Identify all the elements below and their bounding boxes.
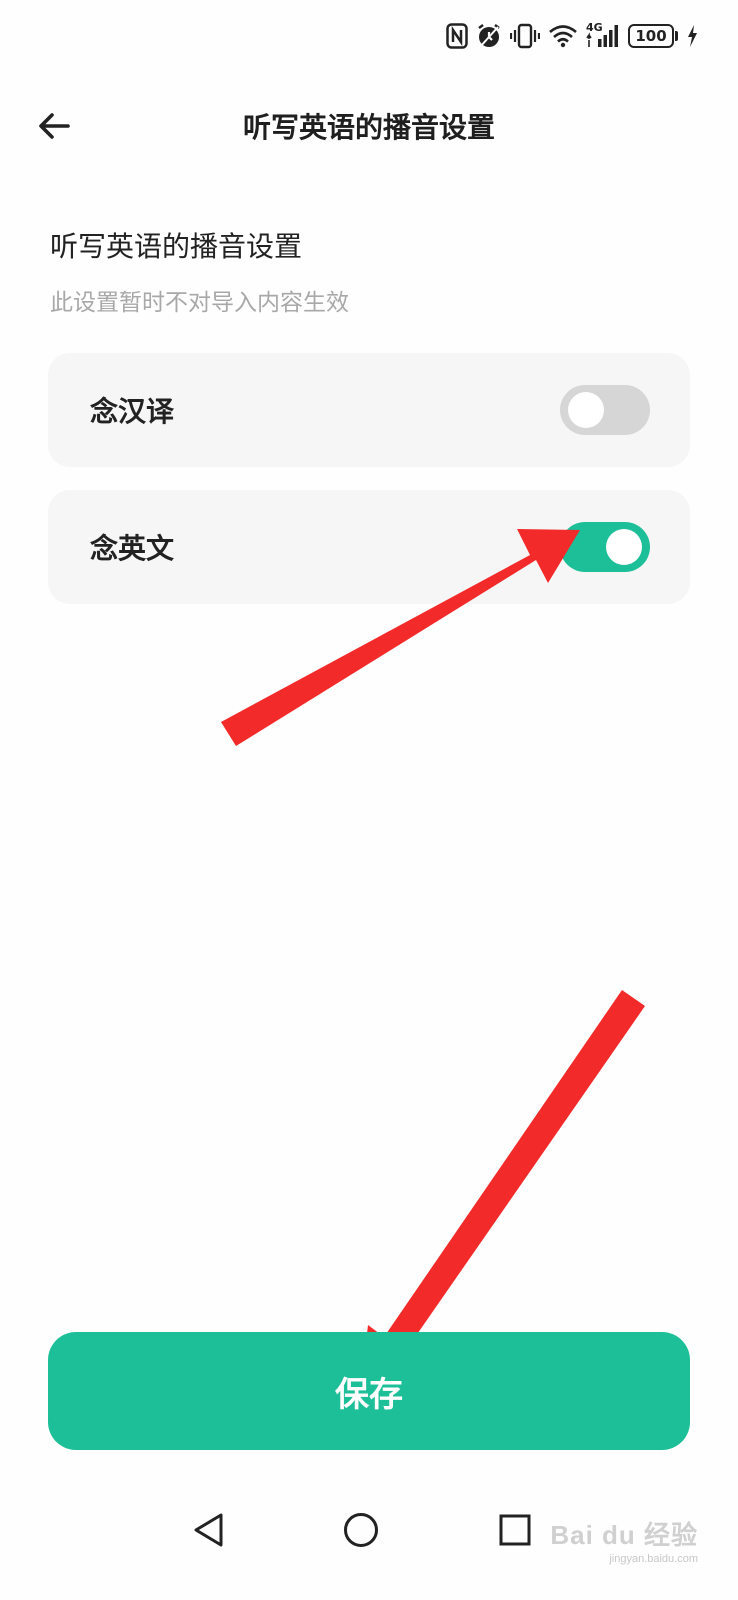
toggle-knob	[568, 392, 604, 428]
header: 听写英语的播音设置	[0, 90, 738, 160]
screen: 4G 100 听写英语的播音设置 听写英语的播音设置 此设置暂时不对导入内容生效…	[0, 0, 738, 1600]
setting-label: 念汉译	[90, 395, 175, 428]
nav-recents-button[interactable]	[492, 1507, 538, 1553]
battery-icon: 100	[628, 24, 678, 48]
status-bar: 4G 100	[446, 16, 698, 56]
page-title: 听写英语的播音设置	[242, 111, 495, 144]
toggle-chinese-translation[interactable]	[560, 385, 650, 435]
signal-icon: 4G	[586, 21, 620, 49]
setting-card-english: 念英文	[48, 490, 690, 604]
nav-home-button[interactable]	[338, 1507, 384, 1553]
setting-card-chinese-translation: 念汉译	[48, 353, 690, 467]
setting-label: 念英文	[90, 532, 175, 565]
vibrate-icon	[510, 23, 540, 49]
alarm-icon	[476, 23, 502, 49]
home-circle-icon	[344, 1513, 378, 1547]
toggle-knob	[606, 529, 642, 565]
nfc-icon	[446, 23, 468, 49]
recents-square-icon	[499, 1514, 531, 1546]
charging-icon	[686, 24, 698, 48]
battery-level: 100	[628, 24, 674, 48]
baidu-watermark-url: jingyan.baidu.com	[609, 1553, 698, 1565]
nav-back-button[interactable]	[186, 1507, 232, 1553]
wifi-icon	[548, 24, 578, 48]
section-subtitle: 此设置暂时不对导入内容生效	[50, 290, 349, 316]
toggle-english[interactable]	[560, 522, 650, 572]
baidu-watermark: Bai du 经验	[550, 1520, 698, 1550]
back-triangle-icon	[194, 1513, 223, 1547]
section-title: 听写英语的播音设置	[50, 230, 303, 263]
save-button[interactable]: 保存	[48, 1332, 690, 1450]
